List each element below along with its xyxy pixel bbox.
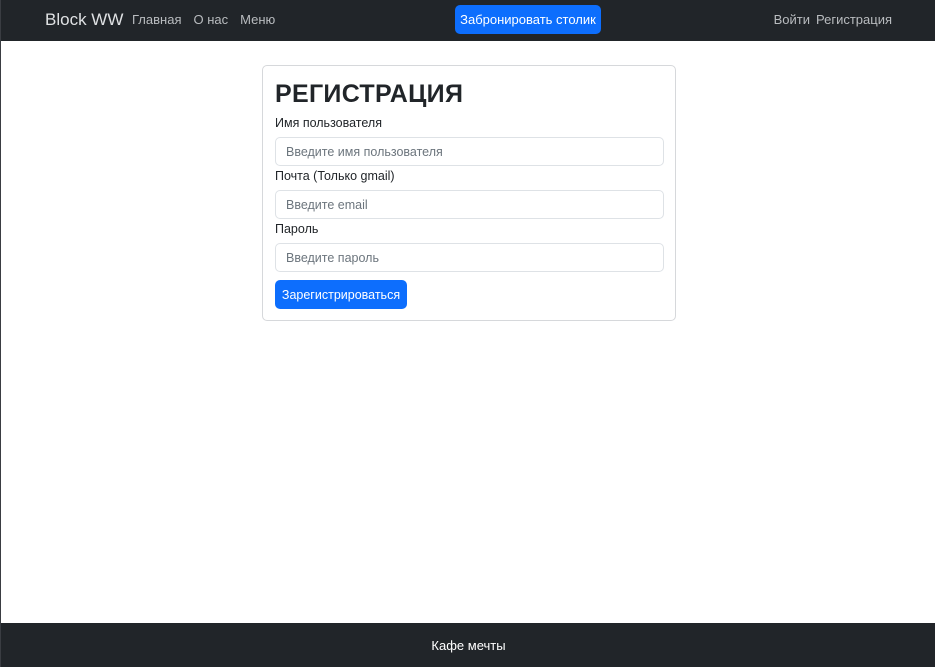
nav-link-about[interactable]: О нас	[193, 12, 228, 27]
page-title: РЕГИСТРАЦИЯ	[275, 80, 464, 108]
password-label: Пароль	[275, 222, 319, 236]
register-submit-button[interactable]: Зарегистрироваться	[275, 280, 407, 309]
nav-link-home[interactable]: Главная	[132, 12, 181, 27]
nav-link-login[interactable]: Войти	[774, 12, 810, 27]
main-nav: Главная О нас Меню	[132, 12, 275, 27]
email-input[interactable]	[275, 190, 664, 219]
password-input[interactable]	[275, 243, 664, 272]
reserve-table-button[interactable]: Забронировать столик	[455, 5, 601, 34]
top-navbar: Block WW Главная О нас Меню Забронироват…	[1, 0, 935, 41]
page: Block WW Главная О нас Меню Забронироват…	[0, 0, 935, 667]
nav-link-menu[interactable]: Меню	[240, 12, 275, 27]
page-footer: Кафе мечты	[1, 623, 935, 667]
username-input[interactable]	[275, 137, 664, 166]
brand-link[interactable]: Block WW	[45, 10, 123, 30]
registration-card: РЕГИСТРАЦИЯ Имя пользователя Почта (Толь…	[262, 65, 676, 321]
auth-nav: Войти Регистрация	[774, 12, 892, 27]
nav-link-register[interactable]: Регистрация	[816, 12, 892, 27]
email-label: Почта (Только gmail)	[275, 169, 395, 183]
username-label: Имя пользователя	[275, 116, 382, 130]
footer-text: Кафе мечты	[431, 637, 506, 653]
